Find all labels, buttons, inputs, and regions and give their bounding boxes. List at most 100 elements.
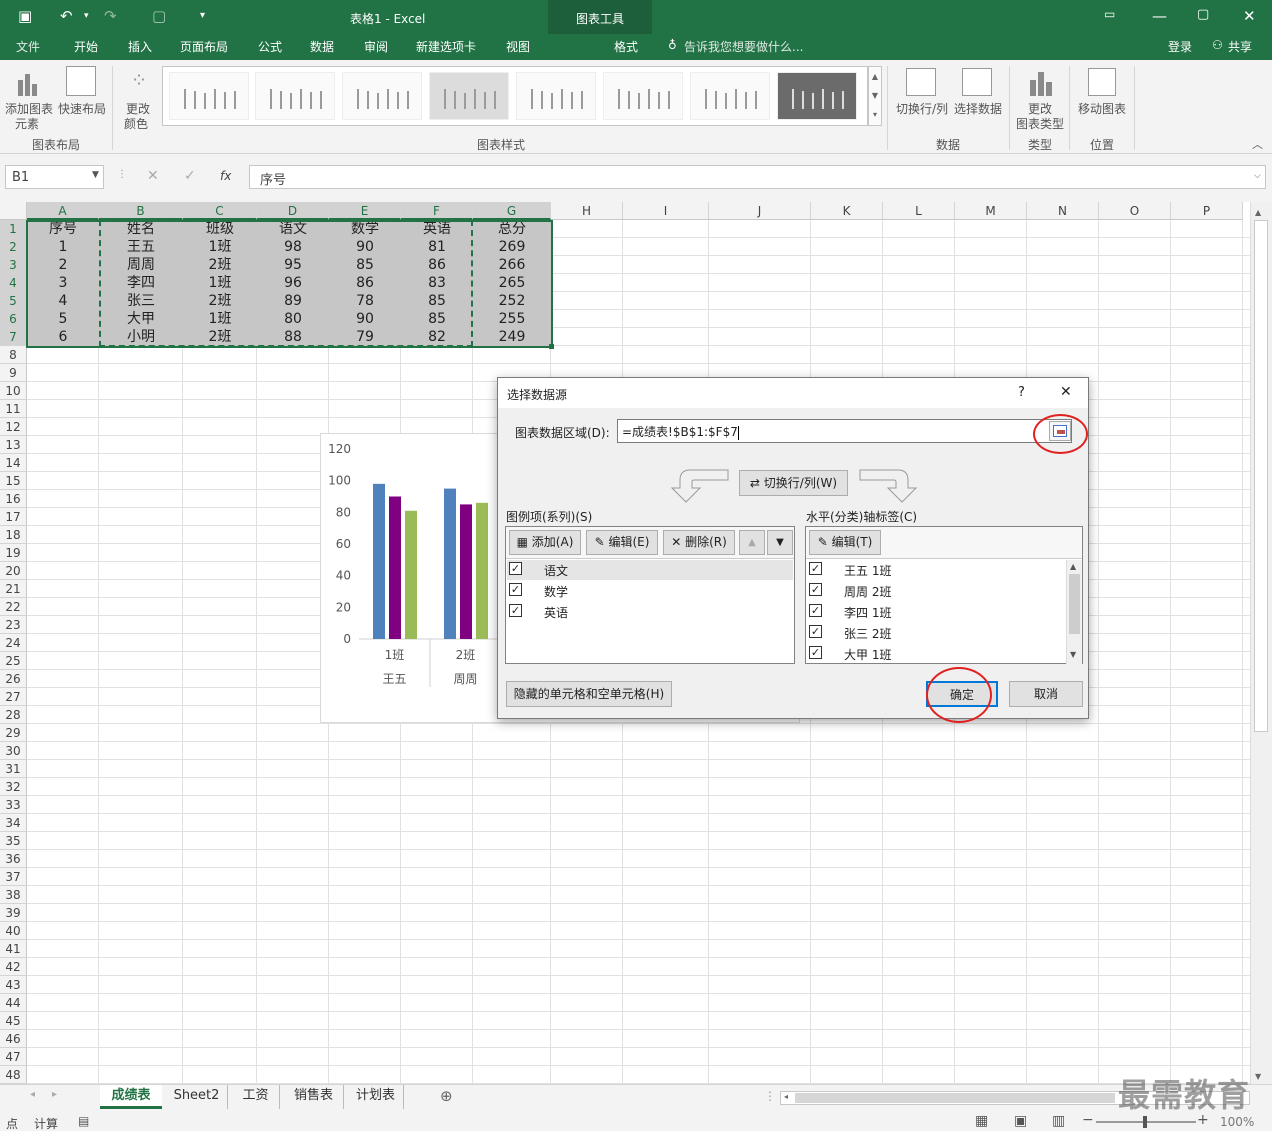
tell-me-box[interactable]: 告诉我您想要做什么... bbox=[684, 38, 803, 55]
tab-insert[interactable]: 插入 bbox=[128, 38, 152, 55]
switch-row-col-button[interactable]: ⇄ 切换行/列(W) bbox=[739, 470, 848, 496]
row-header-12[interactable]: 12 bbox=[0, 418, 27, 436]
cancel-button[interactable]: 取消 bbox=[1009, 681, 1083, 707]
tab-new[interactable]: 新建选项卡 bbox=[416, 38, 476, 55]
delete-series-button[interactable]: ✕ 删除(R) bbox=[663, 530, 735, 555]
row-header-31[interactable]: 31 bbox=[0, 760, 27, 778]
hidden-empty-cells-button[interactable]: 隐藏的单元格和空单元格(H) bbox=[506, 681, 672, 707]
column-header-E[interactable]: E bbox=[329, 202, 401, 220]
axis-scroll-thumb[interactable] bbox=[1069, 574, 1080, 634]
formula-input[interactable]: 序号 bbox=[249, 165, 1266, 189]
series-checkbox[interactable]: ✓ bbox=[509, 583, 522, 596]
tab-page-layout[interactable]: 页面布局 bbox=[180, 38, 228, 55]
select-data-label[interactable]: 选择数据 bbox=[950, 100, 1006, 117]
switch-row-col-label[interactable]: 切换行/列 bbox=[894, 100, 950, 117]
row-header-38[interactable]: 38 bbox=[0, 886, 27, 904]
chart-style-3[interactable] bbox=[342, 72, 422, 120]
help-icon[interactable]: ? bbox=[1018, 385, 1025, 400]
axis-label-item[interactable]: 张三 2班 bbox=[844, 625, 891, 642]
row-header-23[interactable]: 23 bbox=[0, 616, 27, 634]
row-header-36[interactable]: 36 bbox=[0, 850, 27, 868]
zoom-slider-thumb[interactable] bbox=[1143, 1116, 1147, 1128]
row-header-39[interactable]: 39 bbox=[0, 904, 27, 922]
column-header-B[interactable]: B bbox=[99, 202, 183, 220]
gallery-scroll[interactable]: ▲ ▼ ▾ bbox=[868, 66, 882, 126]
redo-icon[interactable]: ↷ bbox=[104, 7, 117, 25]
bar-series-0-cat-1[interactable] bbox=[444, 488, 456, 639]
normal-view-icon[interactable]: ▦ bbox=[975, 1113, 988, 1129]
edit-axis-labels-button[interactable]: ✎ 编辑(T) bbox=[809, 530, 881, 555]
row-header-43[interactable]: 43 bbox=[0, 976, 27, 994]
prev-sheet-icon[interactable]: ◂ bbox=[30, 1089, 35, 1100]
row-header-27[interactable]: 27 bbox=[0, 688, 27, 706]
undo-dropdown-icon[interactable]: ▾ bbox=[84, 11, 89, 21]
insert-function-icon[interactable]: fx bbox=[220, 169, 231, 183]
chart-style-7[interactable] bbox=[690, 72, 770, 120]
chart-style-6[interactable] bbox=[603, 72, 683, 120]
row-header-5[interactable]: 5 bbox=[0, 292, 27, 310]
axis-label-item[interactable]: 李四 1班 bbox=[844, 604, 891, 621]
dialog-close-icon[interactable]: ✕ bbox=[1060, 384, 1072, 400]
sheet-tab-sales[interactable]: 销售表 bbox=[284, 1085, 344, 1109]
axis-label-checkbox[interactable]: ✓ bbox=[809, 604, 822, 617]
quick-layout-label[interactable]: 快速布局 bbox=[56, 100, 108, 117]
name-box[interactable]: B1 bbox=[5, 165, 104, 189]
row-header-16[interactable]: 16 bbox=[0, 490, 27, 508]
column-header-C[interactable]: C bbox=[183, 202, 257, 220]
row-header-13[interactable]: 13 bbox=[0, 436, 27, 454]
axis-label-checkbox[interactable]: ✓ bbox=[809, 646, 822, 659]
next-sheet-icon[interactable]: ▸ bbox=[52, 1089, 57, 1100]
series-item[interactable]: 数学 bbox=[544, 583, 568, 600]
axis-label-checkbox[interactable]: ✓ bbox=[809, 583, 822, 596]
row-header-29[interactable]: 29 bbox=[0, 724, 27, 742]
tab-file[interactable]: 文件 bbox=[16, 38, 40, 55]
row-header-1[interactable]: 1 bbox=[0, 220, 27, 238]
column-header-H[interactable]: H bbox=[551, 202, 623, 220]
row-header-2[interactable]: 2 bbox=[0, 238, 27, 256]
row-header-18[interactable]: 18 bbox=[0, 526, 27, 544]
tab-review[interactable]: 审阅 bbox=[364, 38, 388, 55]
series-item[interactable]: 英语 bbox=[544, 604, 568, 621]
add-chart-element-label2[interactable]: 元素 bbox=[4, 115, 50, 132]
add-chart-element-icon[interactable] bbox=[14, 68, 44, 98]
column-header-N[interactable]: N bbox=[1027, 202, 1099, 220]
minimize-icon[interactable]: — bbox=[1152, 7, 1167, 25]
macro-record-icon[interactable]: ▤ bbox=[78, 1114, 89, 1128]
select-all-corner[interactable] bbox=[0, 202, 27, 220]
row-header-30[interactable]: 30 bbox=[0, 742, 27, 760]
edit-series-button[interactable]: ✎ 编辑(E) bbox=[586, 530, 658, 555]
tab-data[interactable]: 数据 bbox=[310, 38, 334, 55]
sheet-tab-plan[interactable]: 计划表 bbox=[348, 1085, 404, 1109]
row-header-47[interactable]: 47 bbox=[0, 1048, 27, 1066]
tab-home[interactable]: 开始 bbox=[74, 38, 98, 55]
move-chart-icon[interactable] bbox=[1088, 68, 1116, 96]
hscroll-left-icon[interactable]: ◂ bbox=[784, 1092, 788, 1101]
tab-view[interactable]: 视图 bbox=[506, 38, 530, 55]
row-header-26[interactable]: 26 bbox=[0, 670, 27, 688]
change-chart-type-label2[interactable]: 图表类型 bbox=[1014, 115, 1066, 132]
select-data-icon[interactable] bbox=[962, 68, 992, 96]
zoom-out-icon[interactable]: − bbox=[1082, 1112, 1094, 1128]
palette-icon[interactable]: ⁘ bbox=[124, 68, 154, 98]
login-link[interactable]: 登录 bbox=[1168, 38, 1192, 55]
chart-styles-gallery[interactable] bbox=[162, 66, 868, 126]
row-header-20[interactable]: 20 bbox=[0, 562, 27, 580]
cancel-entry-icon[interactable]: ✕ bbox=[147, 168, 159, 184]
name-box-dropdown-icon[interactable]: ▼ bbox=[92, 170, 99, 180]
row-header-6[interactable]: 6 bbox=[0, 310, 27, 328]
row-header-24[interactable]: 24 bbox=[0, 634, 27, 652]
add-sheet-icon[interactable]: ⊕ bbox=[440, 1087, 453, 1105]
confirm-entry-icon[interactable]: ✓ bbox=[184, 168, 196, 184]
column-header-L[interactable]: L bbox=[883, 202, 955, 220]
tab-formulas[interactable]: 公式 bbox=[258, 38, 282, 55]
hscroll-thumb[interactable] bbox=[795, 1093, 1115, 1103]
row-header-44[interactable]: 44 bbox=[0, 994, 27, 1012]
new-file-icon[interactable]: ▢ bbox=[152, 7, 166, 25]
row-header-3[interactable]: 3 bbox=[0, 256, 27, 274]
axis-label-item[interactable]: 周周 2班 bbox=[844, 583, 891, 600]
axis-label-item[interactable]: 大甲 1班 bbox=[844, 646, 891, 663]
row-header-15[interactable]: 15 bbox=[0, 472, 27, 490]
move-down-button[interactable]: ▼ bbox=[767, 530, 793, 555]
chart-style-8[interactable] bbox=[777, 72, 857, 120]
row-header-33[interactable]: 33 bbox=[0, 796, 27, 814]
